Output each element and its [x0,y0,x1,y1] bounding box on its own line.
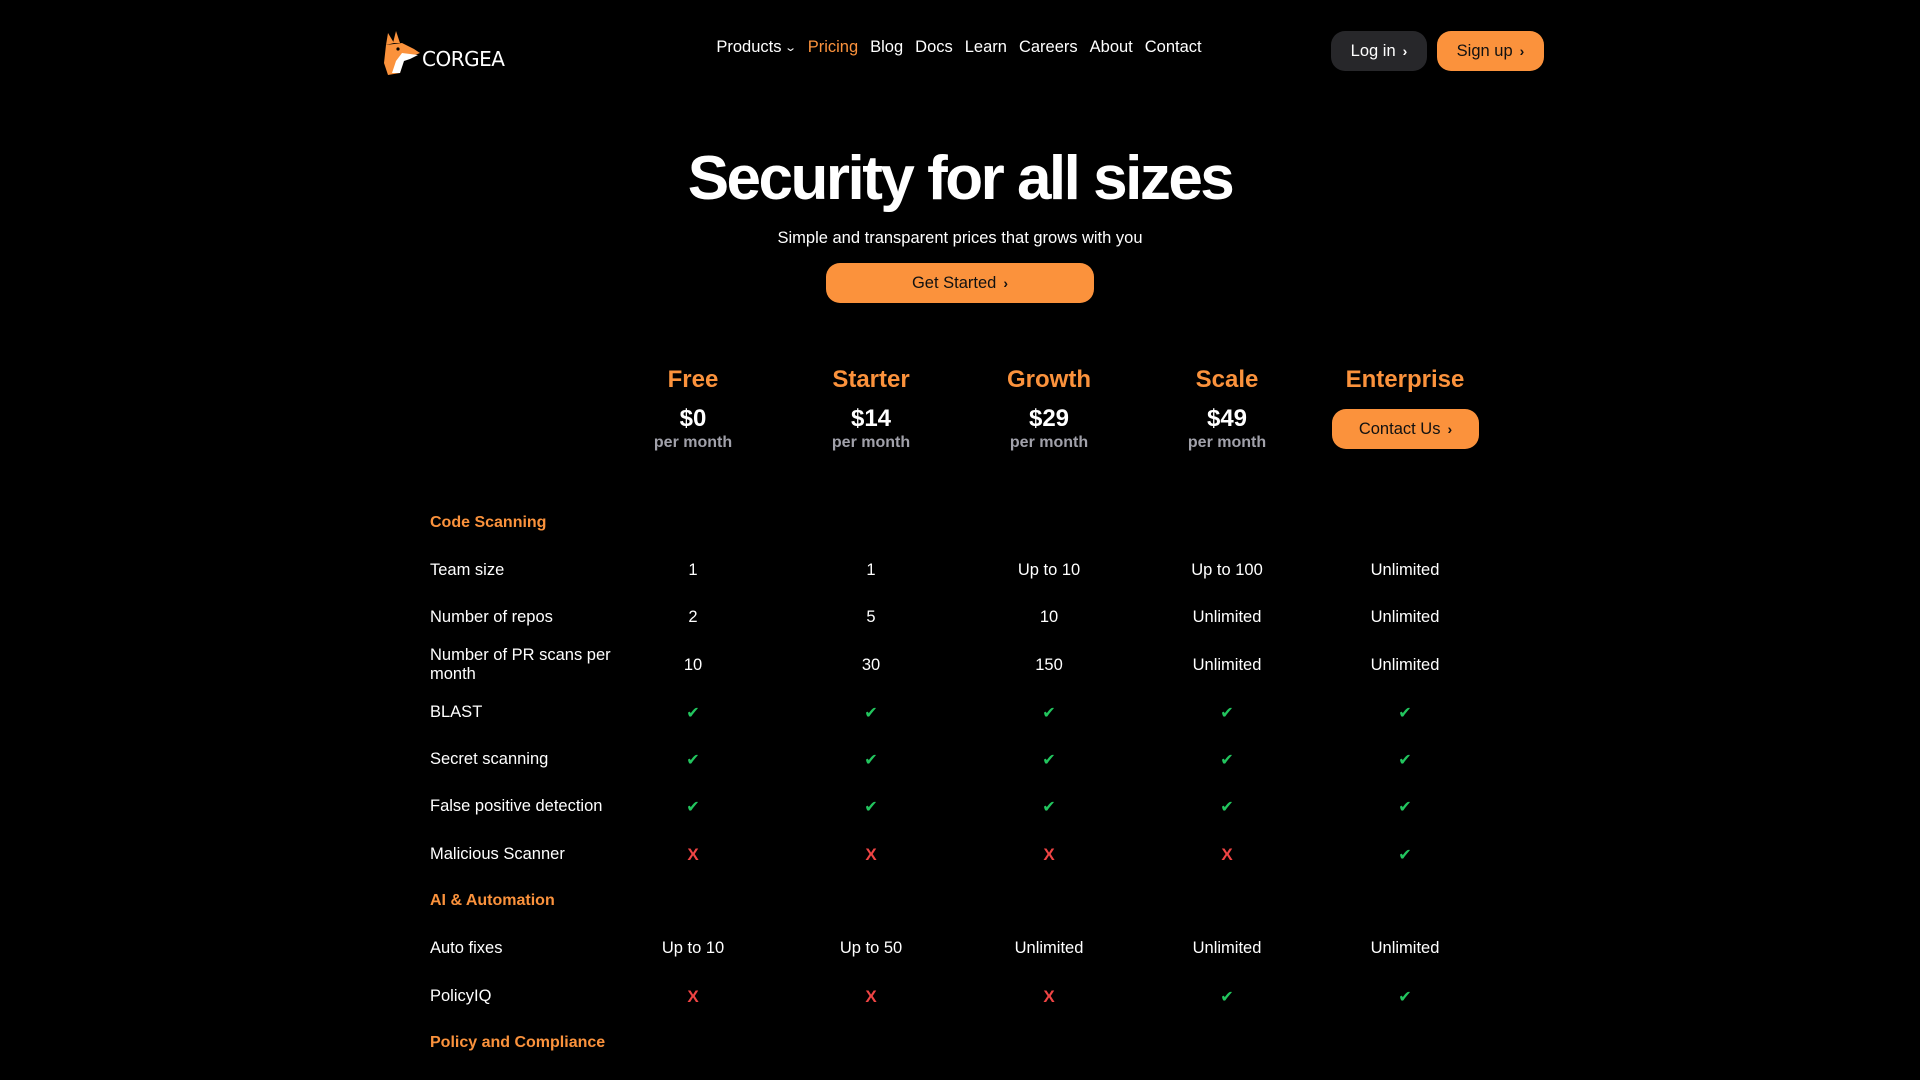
cell-growth: Up to 10 [1017,561,1081,579]
plan-price: $0 [679,405,707,432]
check-icon: ✔ [1220,989,1234,1006]
cell-enterprise: Unlimited [1370,939,1440,957]
cell-growth: Unlimited [1014,939,1084,957]
cross-icon: X [865,987,877,1006]
pricing-page: CORGEA Products ⌄ Pricing Blog Docs Lear… [0,0,1920,1080]
cell-scale: Unlimited [1192,608,1262,626]
cell-scale: Unlimited [1192,939,1262,957]
cell-free: Up to 10 [661,939,725,957]
cell-growth: 150 [1035,656,1063,674]
cell-starter: Up to 50 [839,939,903,957]
plan-period: per month [653,434,733,451]
check-icon: ✔ [1220,799,1234,816]
check-icon: ✔ [1220,752,1234,769]
nav-item-contact[interactable]: Contact [1145,38,1202,57]
cell-starter: 5 [866,608,876,626]
cell-enterprise: Unlimited [1370,561,1440,579]
section-title-code-scanning: Code Scanning [430,514,547,531]
page-title: Security for all sizes [687,144,1235,213]
cross-icon: X [687,987,699,1006]
chevron-right-icon: › [1402,43,1408,59]
signup-label: Sign up [1456,41,1513,60]
plan-period: per month [1009,434,1089,451]
contact-us-label: Contact Us [1358,419,1441,438]
get-started-button[interactable]: Get Started › [826,263,1094,303]
cell-free: 2 [688,608,698,626]
chevron-right-icon: › [1003,275,1009,291]
cell-starter: 1 [866,561,876,579]
row-label: Auto fixes [430,939,503,957]
cross-icon: X [865,845,877,864]
plan-name: Free [667,366,719,393]
check-icon: ✔ [864,799,878,816]
row-label: Malicious Scanner [430,845,565,863]
cross-icon: X [1043,987,1055,1006]
plan-price: $14 [850,405,892,432]
row-label: PolicyIQ [430,987,492,1005]
main-nav: Products ⌄ Pricing Blog Docs Learn Caree… [0,38,1920,57]
cross-icon: X [687,845,699,864]
row-label: False positive detection [430,797,603,815]
nav-item-label: Products [716,38,782,56]
check-icon: ✔ [1042,705,1056,722]
row-label: Number of PR scans per month [430,646,611,683]
check-icon: ✔ [1398,705,1412,722]
cell-scale: Unlimited [1192,656,1262,674]
row-label: Secret scanning [430,750,549,768]
check-icon: ✔ [1042,752,1056,769]
cell-growth: 10 [1039,608,1059,626]
check-icon: ✔ [1398,799,1412,816]
check-icon: ✔ [864,705,878,722]
row-label: Team size [430,561,505,579]
plan-name: Scale [1195,366,1259,393]
login-label: Log in [1350,41,1396,60]
cross-icon: X [1221,845,1233,864]
check-icon: ✔ [1398,989,1412,1006]
plan-period: per month [831,434,911,451]
check-icon: ✔ [1220,705,1234,722]
check-icon: ✔ [864,752,878,769]
nav-item-pricing[interactable]: Pricing [808,38,858,57]
cross-icon: X [1043,845,1055,864]
check-icon: ✔ [686,705,700,722]
cell-starter: 30 [861,656,881,674]
section-title-policy-compliance: Policy and Compliance [430,1034,606,1051]
cell-enterprise: Unlimited [1370,608,1440,626]
plan-price: $49 [1206,405,1248,432]
check-icon: ✔ [1398,752,1412,769]
plan-name: Growth [1007,366,1091,393]
row-label: BLAST [430,703,483,721]
nav-item-careers[interactable]: Careers [1019,38,1078,57]
check-icon: ✔ [686,799,700,816]
check-icon: ✔ [1398,847,1412,864]
chevron-down-icon: ⌄ [784,42,798,54]
login-button[interactable]: Log in › [1331,31,1427,71]
nav-item-products[interactable]: Products ⌄ [716,38,798,57]
cell-free: 10 [683,656,703,674]
get-started-label: Get Started [911,273,997,292]
plan-period: per month [1187,434,1267,451]
page-subtitle: Simple and transparent prices that grows… [777,229,1143,247]
plan-name: Starter [832,366,910,393]
cell-scale: Up to 100 [1191,561,1263,579]
check-icon: ✔ [1042,799,1056,816]
nav-item-blog[interactable]: Blog [870,38,903,57]
section-title-ai-automation: AI & Automation [430,892,555,909]
check-icon: ✔ [686,752,700,769]
contact-us-button[interactable]: Contact Us › [1332,409,1479,449]
nav-item-docs[interactable]: Docs [915,38,953,57]
row-label: Number of repos [430,608,553,626]
plan-name: Enterprise [1345,366,1465,393]
chevron-right-icon: › [1519,43,1525,59]
cell-free: 1 [688,561,698,579]
nav-item-about[interactable]: About [1090,38,1133,57]
chevron-right-icon: › [1447,421,1453,437]
cell-enterprise: Unlimited [1370,656,1440,674]
plan-price: $29 [1028,405,1070,432]
nav-item-learn[interactable]: Learn [965,38,1007,57]
signup-button[interactable]: Sign up › [1437,31,1544,71]
